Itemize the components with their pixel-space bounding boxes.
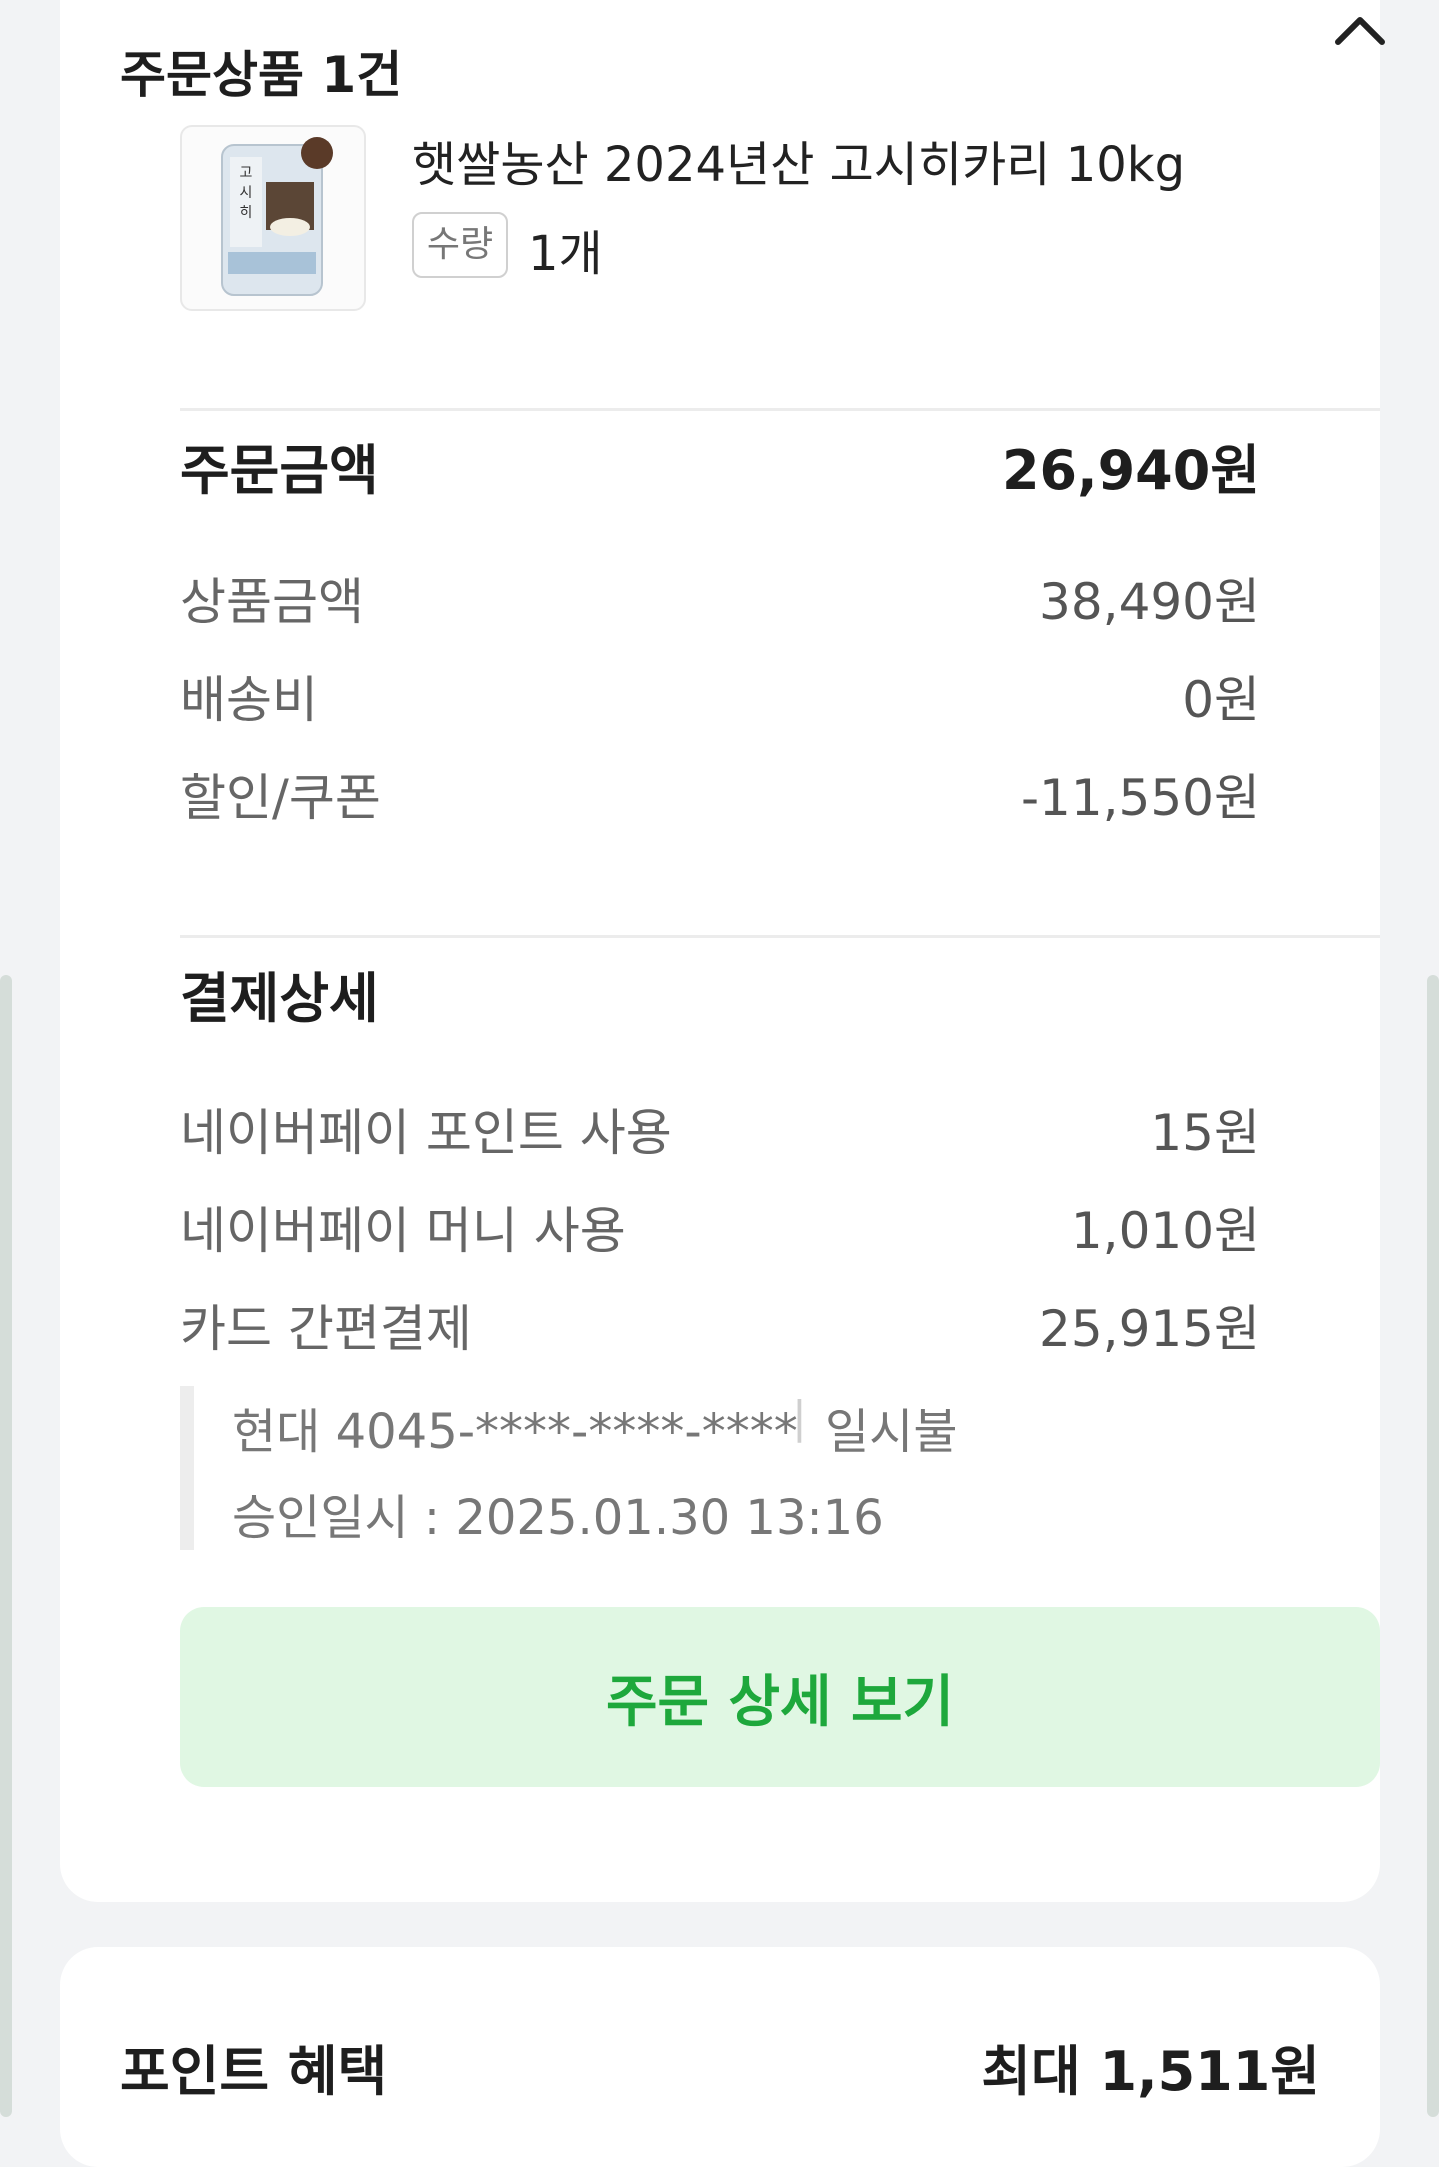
info-separator: | — [792, 1392, 807, 1443]
chevron-up-icon[interactable] — [1330, 10, 1390, 50]
points-card: 포인트 혜택 최대 1,511원 — [60, 1947, 1380, 2167]
divider — [180, 935, 1380, 938]
card-info: 현대 4045-****-****-**** — [232, 1404, 798, 1460]
svg-text:히: 히 — [240, 205, 253, 221]
shipping-fee-label: 배송비 — [180, 671, 318, 729]
scrollbar-right[interactable] — [1427, 975, 1439, 2117]
points-title: 포인트 혜택 — [120, 2040, 388, 2103]
naverpay-money-label: 네이버페이 머니 사용 — [180, 1202, 626, 1260]
points-value: 최대 1,511원 — [981, 2040, 1320, 2103]
order-amount-total: 26,940원 — [1001, 439, 1260, 502]
divider — [180, 408, 1380, 411]
naverpay-money-value: 1,010원 — [1070, 1202, 1260, 1260]
product-thumbnail[interactable]: 고 시 히 — [180, 125, 366, 311]
shipping-fee-value: 0원 — [1182, 671, 1260, 729]
order-items-title: 주문상품 1건 — [120, 46, 403, 104]
order-amount-title: 주문금액 — [180, 439, 379, 502]
discount-label: 할인/쿠폰 — [180, 769, 381, 827]
payment-detail-bar — [180, 1386, 194, 1550]
installment: 일시불 — [825, 1404, 958, 1460]
rice-bag-icon: 고 시 히 — [221, 137, 333, 296]
card-payment-label: 카드 간편결제 — [180, 1300, 472, 1358]
order-detail-button[interactable]: 주문 상세 보기 — [180, 1607, 1380, 1787]
discount-value: -11,550원 — [1021, 769, 1260, 827]
naverpay-point-value: 15원 — [1150, 1104, 1260, 1162]
payment-detail-title: 결제상세 — [180, 967, 379, 1030]
scrollbar-left[interactable] — [0, 975, 12, 2117]
product-amount-label: 상품금액 — [180, 573, 364, 631]
svg-text:고: 고 — [240, 165, 253, 181]
card-payment-value: 25,915원 — [1039, 1300, 1260, 1358]
quantity-badge: 수량 — [412, 212, 508, 278]
product-amount-value: 38,490원 — [1039, 573, 1260, 631]
order-summary-card: 주문상품 1건 고 시 히 햇쌀농산 2024년산 고시히카리 10kg 수량 … — [60, 0, 1385, 1902]
naverpay-point-label: 네이버페이 포인트 사용 — [180, 1104, 672, 1162]
approval-datetime: 승인일시 : 2025.01.30 13:16 — [232, 1490, 884, 1546]
svg-text:시: 시 — [240, 185, 253, 201]
quantity-value: 1개 — [528, 226, 603, 282]
product-name[interactable]: 햇쌀농산 2024년산 고시히카리 10kg — [412, 125, 1185, 195]
